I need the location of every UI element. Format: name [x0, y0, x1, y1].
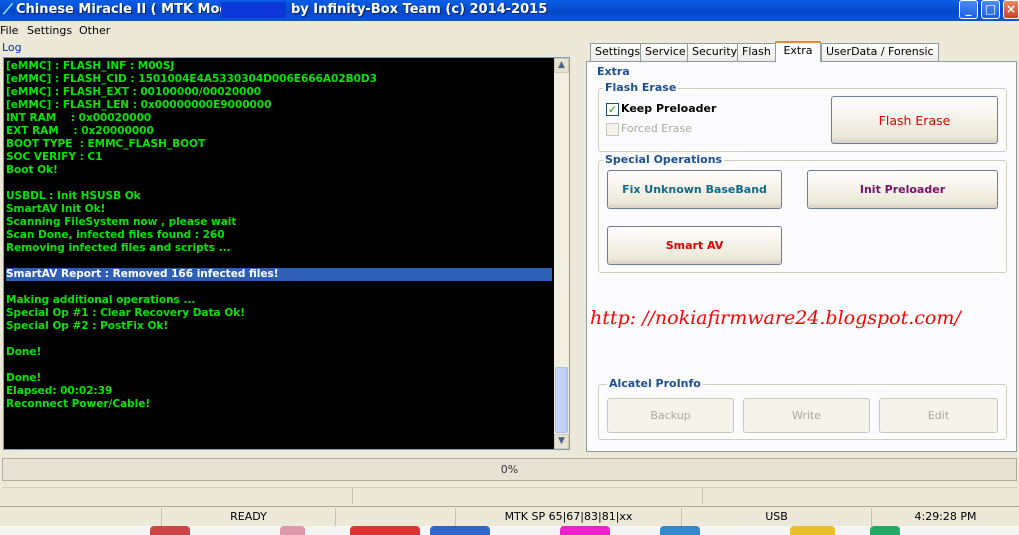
log-line: [eMMC] : FLASH_CID : 1501004E4A5330304D0…	[6, 73, 377, 85]
log-line: INT RAM : 0x00020000	[6, 112, 152, 124]
log-line: Done!	[6, 372, 42, 384]
log-line: Special Op #2 : PostFix Ok!	[6, 320, 169, 332]
flash-erase-group-title: Flash Erase	[603, 81, 679, 94]
app-icon: ⟋	[3, 2, 13, 18]
status-connection: USB	[682, 508, 872, 526]
progress-percent: 0%	[500, 463, 519, 476]
status-cell-empty	[336, 508, 456, 526]
title-redaction	[221, 2, 286, 18]
desktop-image	[790, 526, 835, 535]
desktop-image	[150, 526, 190, 535]
menu-settings[interactable]: Settings	[27, 23, 72, 38]
log-line: [eMMC] : FLASH_LEN : 0x00000000E9000000	[6, 99, 272, 111]
scroll-thumb[interactable]	[555, 367, 568, 433]
write-button[interactable]: Write	[743, 398, 870, 433]
desktop-image	[430, 526, 490, 535]
log-scrollbar[interactable]: ▲ ▼	[554, 58, 569, 449]
menu-other[interactable]: Other	[79, 23, 110, 38]
log-line: Done!	[6, 346, 42, 358]
status-cell-empty	[0, 508, 162, 526]
check-icon: ✓	[607, 103, 618, 116]
log-line: Removing infected files and scripts ...	[6, 242, 231, 254]
window-title-owner: by Infinity-Box Team (c) 2014-2015	[291, 2, 548, 17]
log-line: EXT RAM : 0x20000000	[6, 125, 154, 137]
log-line: SmartAV Init Ok!	[6, 203, 106, 215]
progress-bar: 0%	[2, 458, 1017, 481]
backup-button[interactable]: Backup	[607, 398, 734, 433]
secondary-bar	[2, 487, 1017, 504]
init-preloader-button[interactable]: Init Preloader	[807, 170, 998, 209]
edit-button[interactable]: Edit	[879, 398, 998, 433]
log-line: Scanning FileSystem now , please wait	[6, 216, 237, 228]
desktop-image	[560, 526, 610, 535]
menu-file[interactable]: File	[0, 23, 18, 38]
menu-bar: File Settings Other	[0, 21, 1019, 39]
keep-preloader-label[interactable]: Keep Preloader	[621, 102, 716, 115]
smart-av-button[interactable]: Smart AV	[607, 226, 782, 265]
tab-flash[interactable]: Flash	[737, 43, 776, 61]
tab-service[interactable]: Service	[640, 43, 691, 61]
minimize-button[interactable]: _	[959, 0, 978, 19]
log-lines: [eMMC] : FLASH_INF : M00SJ [eMMC] : FLASH…	[6, 60, 552, 411]
log-label: Log	[2, 41, 22, 54]
desktop-image	[350, 526, 420, 535]
log-line: [eMMC] : FLASH_EXT : 00100000/00020000	[6, 86, 262, 98]
log-line: BOOT TYPE : EMMC_FLASH_BOOT	[6, 138, 206, 150]
status-state: READY	[162, 508, 336, 526]
status-platform: MTK SP 65|67|83|81|xx	[456, 508, 682, 526]
log-line: SOC VERIFY : C1	[6, 151, 103, 163]
forced-erase-checkbox[interactable]	[606, 123, 619, 136]
log-line: Boot Ok!	[6, 164, 58, 176]
log-line: Special Op #1 : Clear Recovery Data Ok!	[6, 307, 245, 319]
extra-group-title: Extra	[595, 65, 632, 78]
flash-erase-button[interactable]: Flash Erase	[831, 96, 998, 144]
alcatel-proinfo-title: Alcatel ProInfo	[607, 377, 703, 390]
tab-extra[interactable]: Extra	[775, 41, 821, 62]
status-time: 4:29:28 PM	[914, 510, 977, 523]
title-bar[interactable]: ⟋ Chinese Miracle II ( MTK Module , by I…	[0, 0, 1019, 21]
desktop-image	[280, 526, 305, 535]
desktop-image	[870, 526, 900, 535]
tab-userdata-forensic[interactable]: UserData / Forensic	[821, 43, 939, 61]
scroll-up-icon[interactable]: ▲	[554, 58, 569, 73]
log-line: [eMMC] : FLASH_INF : M00SJ	[6, 60, 175, 72]
tab-security[interactable]: Security	[687, 43, 743, 61]
forced-erase-label[interactable]: Forced Erase	[621, 122, 692, 135]
log-line: Elapsed: 00:02:39	[6, 385, 113, 397]
tab-settings[interactable]: Settings	[590, 43, 646, 61]
log-line: Reconnect Power/Cable!	[6, 398, 151, 410]
special-operations-title: Special Operations	[603, 153, 725, 166]
maximize-button[interactable]: □	[981, 0, 1000, 19]
log-line: Making additional operations ...	[6, 294, 196, 306]
desktop-image	[660, 526, 700, 535]
divider	[702, 488, 703, 504]
fix-unknown-baseband-button[interactable]: Fix Unknown BaseBand	[607, 170, 782, 209]
log-line: SmartAV Report : Removed 166 infected fi…	[6, 268, 552, 281]
divider	[352, 488, 353, 504]
log-console[interactable]: [eMMC] : FLASH_INF : M00SJ [eMMC] : FLASH…	[3, 57, 570, 450]
desktop-strip	[0, 526, 1019, 535]
watermark-url: http: //nokiafirmware24.blogspot.com/	[590, 307, 961, 329]
scroll-down-icon[interactable]: ▼	[554, 434, 569, 449]
status-bar: READY MTK SP 65|67|83|81|xx USB 4:29:28 …	[0, 506, 1019, 526]
log-line: Scan Done, infected files found : 260	[6, 229, 225, 241]
keep-preloader-checkbox[interactable]: ✓	[606, 103, 619, 116]
close-button[interactable]: ×	[1003, 0, 1019, 19]
log-line: USBDL : Init HSUSB Ok	[6, 190, 141, 202]
